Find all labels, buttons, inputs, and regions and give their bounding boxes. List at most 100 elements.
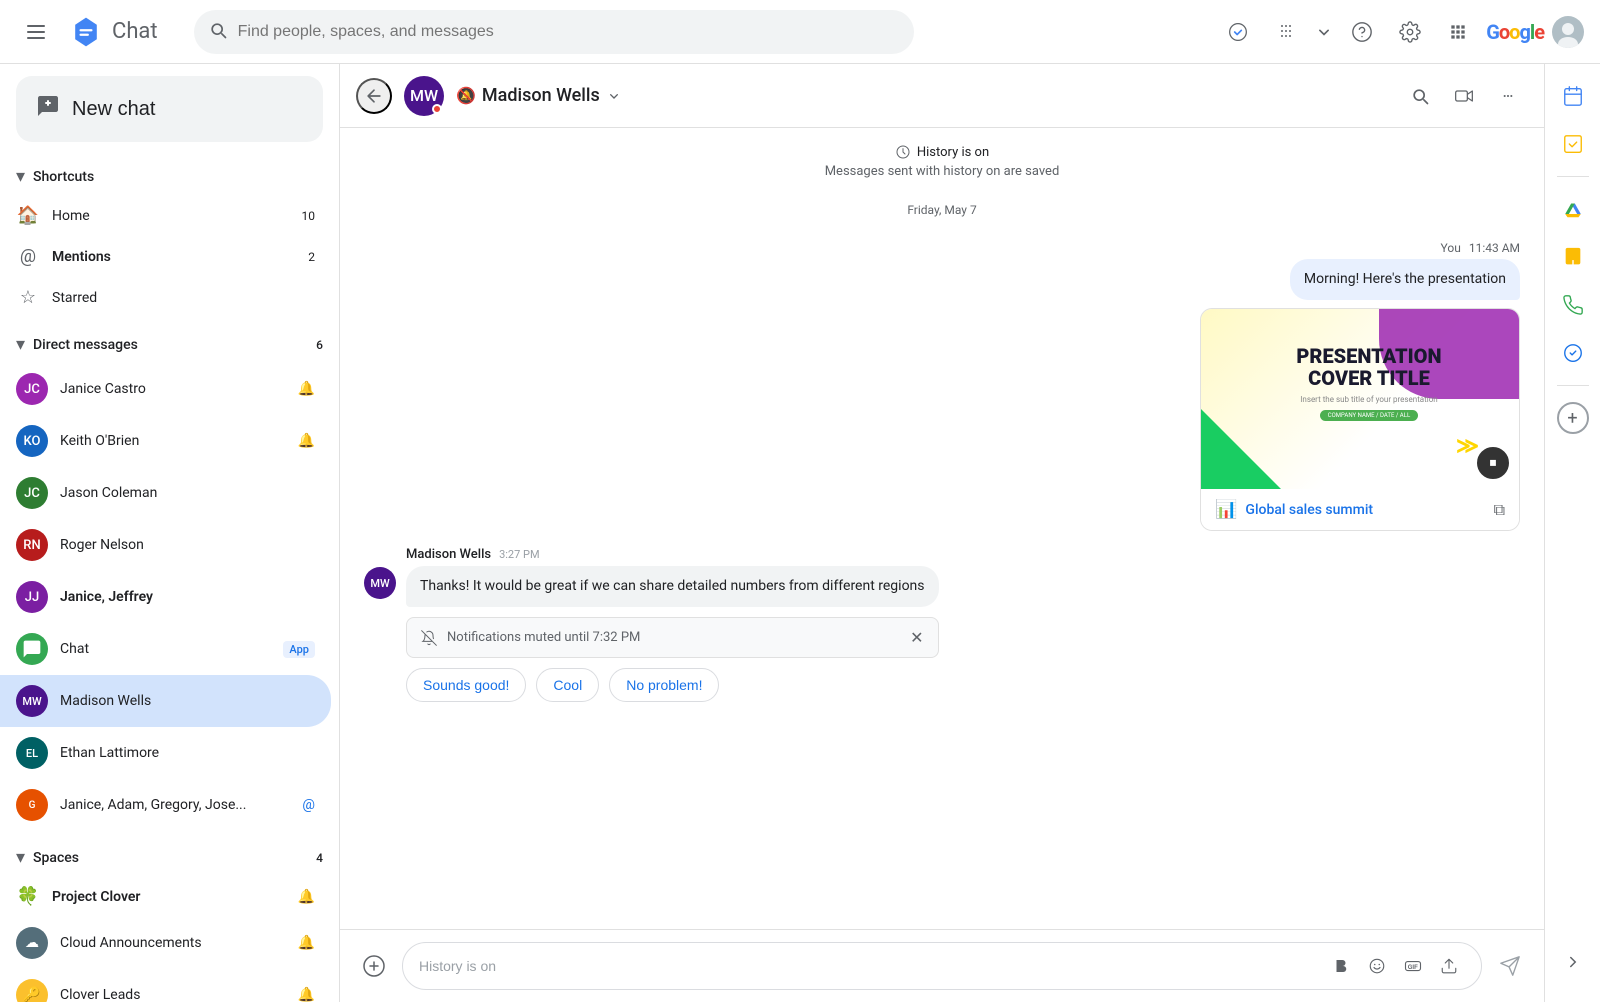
messages-container: History is on Messages sent with history… xyxy=(340,128,1544,929)
user-avatar[interactable] xyxy=(1552,16,1584,48)
sidebar-item-jason-coleman[interactable]: JC Jason Coleman xyxy=(0,467,331,519)
presentation-name[interactable]: Global sales summit xyxy=(1245,502,1373,518)
pres-main-title: PRESENTATIONCOVER TITLE xyxy=(1296,345,1441,389)
right-panel-add-button[interactable]: + xyxy=(1557,402,1589,434)
roger-nelson-avatar: RN xyxy=(16,529,48,561)
pres-subtitle: Insert the sub title of your presentatio… xyxy=(1296,395,1441,404)
quick-reply-sounds-good[interactable]: Sounds good! xyxy=(406,668,526,702)
starred-icon: ☆ xyxy=(16,287,40,308)
sidebar-item-mentions[interactable]: @ Mentions 2 xyxy=(0,236,331,277)
home-count: 10 xyxy=(302,209,316,223)
jason-coleman-label: Jason Coleman xyxy=(60,485,315,501)
sidebar-item-ethan-lattimore[interactable]: EL Ethan Lattimore xyxy=(0,727,331,779)
search-icon xyxy=(208,20,228,44)
received-sender: Madison Wells xyxy=(406,547,491,562)
quick-reply-cool[interactable]: Cool xyxy=(536,668,599,702)
right-panel-tasks2[interactable] xyxy=(1553,333,1593,373)
project-clover-icon: 🍀 xyxy=(16,886,40,907)
right-panel-keep[interactable] xyxy=(1553,237,1593,277)
group-label: Janice, Adam, Gregory, Jose... xyxy=(60,797,290,813)
video-call-button[interactable] xyxy=(1218,12,1258,52)
janice-castro-label: Janice Castro xyxy=(60,381,286,397)
sidebar-item-starred[interactable]: ☆ Starred xyxy=(0,277,331,318)
apps-button[interactable] xyxy=(1438,12,1478,52)
janice-castro-avatar: JC xyxy=(16,373,48,405)
slides-icon: 📊 xyxy=(1215,499,1237,520)
more-options-button[interactable] xyxy=(1488,76,1528,116)
app-name: Chat xyxy=(112,19,158,44)
sidebar-item-madison-wells[interactable]: MW Madison Wells xyxy=(0,675,331,727)
received-message-group: MW Madison Wells 3:27 PM Thanks! It woul… xyxy=(364,547,1520,702)
new-chat-button[interactable]: New chat xyxy=(16,76,323,142)
direct-messages-section: ▾ Direct messages 6 JC Janice Castro 🔔 K… xyxy=(0,322,339,835)
help-button[interactable] xyxy=(1342,12,1382,52)
copy-icon[interactable]: ⧉ xyxy=(1494,500,1505,520)
janice-jeffrey-label: Janice, Jeffrey xyxy=(60,589,315,605)
roger-nelson-label: Roger Nelson xyxy=(60,537,315,553)
history-subtitle: Messages sent with history on are saved xyxy=(364,164,1520,179)
format-text-button[interactable] xyxy=(1325,950,1357,982)
message-input[interactable] xyxy=(419,958,1325,974)
sent-message-bubble: Morning! Here's the presentation xyxy=(1290,259,1520,300)
starred-label: Starred xyxy=(52,290,315,306)
emoji-button[interactable] xyxy=(1361,950,1393,982)
janice-jeffrey-avatar: JJ xyxy=(16,581,48,613)
mentions-label: Mentions xyxy=(52,249,296,265)
shortcuts-label: Shortcuts xyxy=(33,169,94,185)
clover-leads-icon: 🔑 xyxy=(16,979,48,1002)
sidebar-item-janice-castro[interactable]: JC Janice Castro 🔔 xyxy=(0,363,331,415)
sidebar-item-keith-obrien[interactable]: KO Keith O'Brien 🔔 xyxy=(0,415,331,467)
settings-button[interactable] xyxy=(1390,12,1430,52)
menu-button[interactable] xyxy=(16,12,56,52)
received-avatar: MW xyxy=(364,567,396,599)
pres-green-shape xyxy=(1201,409,1281,489)
shortcuts-header[interactable]: ▾ Shortcuts xyxy=(0,158,339,195)
cloud-announcements-label: Cloud Announcements xyxy=(60,935,286,951)
sidebar-item-group[interactable]: G Janice, Adam, Gregory, Jose... @ xyxy=(0,779,331,831)
send-button[interactable] xyxy=(1492,948,1528,984)
sidebar-item-cloud-announcements[interactable]: ☁ Cloud Announcements 🔔 xyxy=(0,917,331,969)
sidebar-item-clover-leads[interactable]: 🔑 Clover Leads 🔔 xyxy=(0,969,331,1002)
spaces-header[interactable]: ▾ Spaces 4 xyxy=(0,839,339,876)
gif-button[interactable]: GIF xyxy=(1397,950,1429,982)
sidebar-item-project-clover[interactable]: 🍀 Project Clover 🔔 xyxy=(0,876,331,917)
presentation-attachment[interactable]: ≫ PRESENTATIONCOVER TITLE Insert the sub… xyxy=(1200,308,1520,531)
chat-search-button[interactable] xyxy=(1400,76,1440,116)
quick-reply-no-problem[interactable]: No problem! xyxy=(609,668,719,702)
shortcuts-chevron: ▾ xyxy=(16,166,25,187)
home-icon: 🏠 xyxy=(16,205,40,226)
chat-header-info[interactable]: 🔕 Madison Wells xyxy=(456,85,622,106)
input-toolbar: GIF xyxy=(1325,950,1465,982)
mute-close-button[interactable]: ✕ xyxy=(910,628,923,647)
more-apps-button[interactable] xyxy=(1266,12,1306,52)
sidebar-item-chat-app[interactable]: Chat App xyxy=(0,623,331,675)
right-panel-calendar[interactable] xyxy=(1553,76,1593,116)
right-panel-drive[interactable] xyxy=(1553,189,1593,229)
mentions-icon: @ xyxy=(16,246,40,267)
mute-indicator: 🔕 xyxy=(456,86,476,105)
add-attachment-button[interactable] xyxy=(356,948,392,984)
right-panel-phone[interactable] xyxy=(1553,285,1593,325)
search-input[interactable] xyxy=(194,10,914,54)
sent-by-label: You xyxy=(1441,241,1461,255)
pres-banner: COMPANY NAME / DATE / ALL xyxy=(1320,410,1418,421)
input-area: GIF xyxy=(340,929,1544,1002)
right-panel-tasks[interactable] xyxy=(1553,124,1593,164)
received-time: 3:27 PM xyxy=(499,548,539,561)
keith-obrien-label: Keith O'Brien xyxy=(60,433,286,449)
right-panel-expand-button[interactable] xyxy=(1553,942,1593,982)
video-chat-button[interactable] xyxy=(1444,76,1484,116)
back-button[interactable] xyxy=(356,78,392,114)
sidebar-item-janice-jeffrey[interactable]: JJ Janice, Jeffrey xyxy=(0,571,331,623)
direct-messages-header[interactable]: ▾ Direct messages 6 xyxy=(0,326,339,363)
presentation-footer-left: 📊 Global sales summit xyxy=(1215,499,1373,520)
pres-editor-avatar: ⏹ xyxy=(1475,445,1511,481)
sidebar-item-home[interactable]: 🏠 Home 10 xyxy=(0,195,331,236)
upload-button[interactable] xyxy=(1433,950,1465,982)
sidebar-item-roger-nelson[interactable]: RN Roger Nelson xyxy=(0,519,331,571)
mentions-count: 2 xyxy=(308,250,315,264)
dm-count: 6 xyxy=(316,338,323,352)
sent-message-text: Morning! Here's the presentation xyxy=(1304,271,1506,287)
spaces-label: Spaces xyxy=(33,850,79,866)
chat-app-avatar xyxy=(16,633,48,665)
